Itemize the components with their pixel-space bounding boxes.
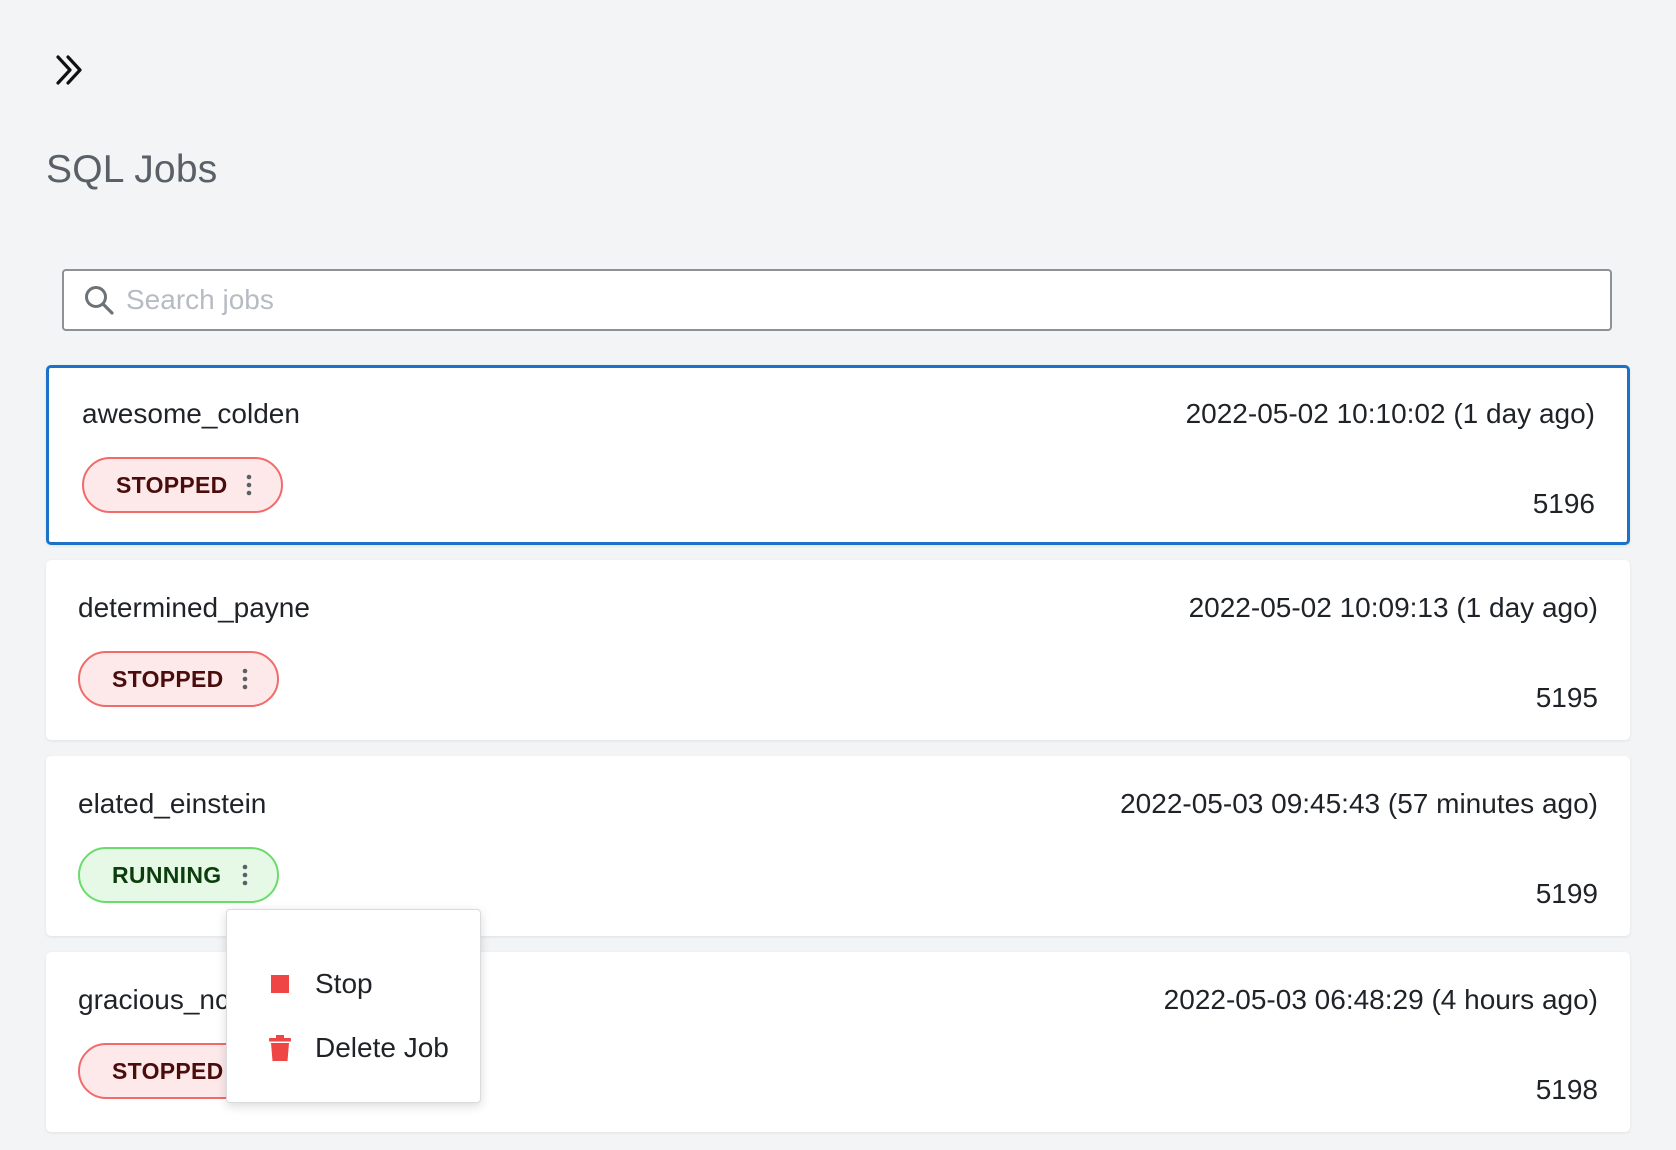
job-id: 5196	[1532, 488, 1595, 519]
status-label: STOPPED	[116, 471, 228, 498]
expand-sidebar-button[interactable]	[50, 50, 90, 90]
job-id: 5198	[1535, 1074, 1598, 1105]
job-timestamp: 2022-05-02 10:09:13 (1 day ago)	[1188, 592, 1598, 623]
job-name: elated_einstein	[78, 788, 267, 819]
menu-item-stop[interactable]: Stop	[227, 955, 480, 1013]
status-badge[interactable]: STOPPED	[82, 457, 283, 513]
job-id: 5199	[1535, 878, 1598, 909]
search-input[interactable]	[126, 271, 1610, 329]
more-options-icon[interactable]	[235, 860, 255, 890]
more-options-icon[interactable]	[239, 470, 259, 500]
search-icon	[82, 283, 116, 317]
double-chevron-right-icon	[56, 55, 82, 85]
status-badge[interactable]: STOPPED	[78, 651, 279, 707]
trash-icon	[265, 1033, 295, 1063]
menu-item-delete-job[interactable]: Delete Job	[227, 1019, 480, 1077]
job-context-menu: Stop Delete Job	[226, 909, 481, 1103]
job-card[interactable]: awesome_colden 2022-05-02 10:10:02 (1 da…	[46, 365, 1630, 545]
job-timestamp: 2022-05-03 06:48:29 (4 hours ago)	[1163, 984, 1598, 1015]
status-label: RUNNING	[112, 861, 222, 888]
job-name: gracious_nc	[78, 984, 229, 1015]
menu-item-label: Stop	[315, 968, 373, 999]
status-badge[interactable]: RUNNING	[78, 847, 279, 903]
job-timestamp: 2022-05-02 10:10:02 (1 day ago)	[1185, 398, 1595, 429]
status-label: STOPPED	[112, 665, 224, 692]
job-timestamp: 2022-05-03 09:45:43 (57 minutes ago)	[1120, 788, 1598, 819]
job-name: awesome_colden	[82, 398, 300, 429]
page-title: SQL Jobs	[46, 148, 218, 191]
search-box[interactable]	[62, 269, 1612, 331]
more-options-icon[interactable]	[235, 664, 255, 694]
job-card[interactable]: determined_payne 2022-05-02 10:09:13 (1 …	[46, 560, 1630, 740]
status-label: STOPPED	[112, 1057, 224, 1084]
stop-square-icon	[265, 969, 295, 999]
job-id: 5195	[1535, 682, 1598, 713]
job-name: determined_payne	[78, 592, 310, 623]
menu-item-label: Delete Job	[315, 1032, 449, 1063]
